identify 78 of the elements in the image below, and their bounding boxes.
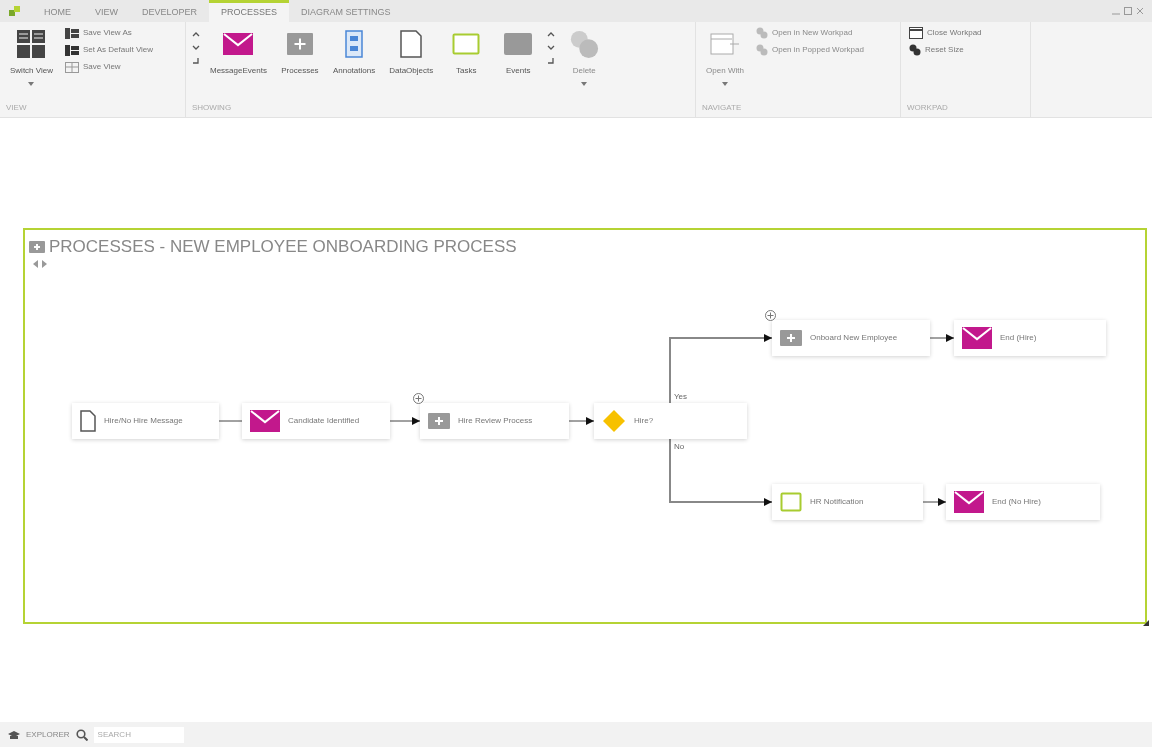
envelope-icon (962, 327, 992, 349)
process-node[interactable]: Hire? (594, 403, 747, 439)
diagram-title: PROCESSES - NEW EMPLOYEE ONBOARDING PROCESS (49, 236, 517, 258)
previous-icon[interactable] (33, 259, 38, 268)
process-node[interactable]: Hire/No Hire Message (72, 403, 219, 439)
diamond-icon (602, 409, 626, 433)
connector-arrow (929, 334, 955, 342)
group-label: NAVIGATE (702, 102, 743, 114)
ribbon-tab[interactable]: HOME (32, 0, 83, 22)
search-icon (75, 728, 88, 741)
circles-icon (568, 29, 601, 59)
ribbon-button[interactable]: Processes (276, 26, 323, 79)
layout-icon (65, 61, 79, 73)
scroll-down-icon[interactable] (547, 45, 556, 50)
circles-icon (756, 44, 768, 56)
connector-arrow (389, 417, 421, 425)
ribbon-tab[interactable]: PROCESSES (209, 0, 290, 22)
app-logo-icon (8, 5, 22, 17)
envelope-icon (954, 491, 984, 513)
caret-icon (722, 82, 728, 86)
ribbon-button[interactable]: DataObjects (385, 26, 438, 79)
square-icon (780, 492, 802, 512)
group-label: VIEW (6, 102, 28, 114)
scroll-up-icon[interactable] (192, 32, 200, 37)
ribbon-button[interactable]: Close Workpad (907, 26, 984, 40)
connector-arrow (568, 417, 595, 425)
expand-icon[interactable] (192, 58, 200, 64)
caret-icon (28, 82, 35, 86)
process-node[interactable]: Hire Review Process (420, 403, 569, 439)
connector-arrow (922, 498, 947, 506)
document-icon (80, 410, 96, 432)
ribbon-button[interactable]: Save View As (63, 26, 156, 40)
layout-icon (65, 44, 79, 56)
window-icon (909, 27, 923, 39)
ribbon-button[interactable]: MessageEvents (206, 26, 271, 79)
connector-line (218, 420, 243, 422)
process-node[interactable]: End (Hire) (954, 320, 1106, 356)
explorer-link[interactable]: EXPLORER (26, 728, 70, 741)
layout-icon (65, 27, 79, 39)
plus-box-icon (428, 413, 450, 429)
plus-box-icon (780, 330, 802, 346)
process-node[interactable]: Candidate Identified (242, 403, 390, 439)
ribbon-button[interactable]: Annotations (328, 26, 380, 79)
expand-icon[interactable] (547, 58, 556, 64)
resize-handle-icon (1143, 620, 1149, 626)
circles-icon (909, 44, 921, 56)
ribbon-button[interactable]: Events (495, 26, 542, 79)
caret-icon (581, 82, 588, 86)
ribbon-button[interactable]: Tasks (443, 26, 490, 79)
group-label: SHOWING (192, 102, 233, 114)
ribbon-button[interactable]: Set As Default View (63, 43, 156, 57)
close-icon (1136, 7, 1144, 15)
scroll-up-icon[interactable] (547, 32, 556, 37)
next-icon[interactable] (42, 259, 47, 268)
ribbon-tab[interactable]: VIEW (83, 0, 130, 22)
plus-box-icon (29, 240, 45, 253)
maximize-icon (1124, 7, 1132, 15)
ribbon-button[interactable]: Reset Size (907, 43, 984, 57)
scroll-down-icon[interactable] (192, 45, 200, 50)
ribbon-tab[interactable]: DEVELOPER (130, 0, 210, 22)
document-icon (400, 29, 423, 59)
branch-label: No (674, 441, 685, 453)
group-label: WORKPAD (907, 102, 949, 114)
grid-icon (17, 29, 46, 59)
note-icon (345, 29, 364, 59)
ribbon-tab[interactable]: DIAGRAM SETTINGS (289, 0, 403, 22)
envelope-icon (250, 410, 280, 432)
search-field[interactable]: SEARCH (93, 726, 184, 743)
graduation-cap-icon (8, 729, 20, 740)
ribbon-button[interactable]: Save View (63, 60, 156, 74)
process-node[interactable]: Onboard New Employee (772, 320, 930, 356)
ribbon-button[interactable]: Switch View (6, 26, 57, 88)
circles-icon (756, 27, 768, 39)
expand-icon[interactable] (765, 310, 776, 321)
branch-label: Yes (674, 391, 688, 403)
process-node[interactable]: HR Notification (772, 484, 923, 520)
process-node[interactable]: End (No Hire) (946, 484, 1100, 520)
expand-icon[interactable] (413, 393, 424, 404)
